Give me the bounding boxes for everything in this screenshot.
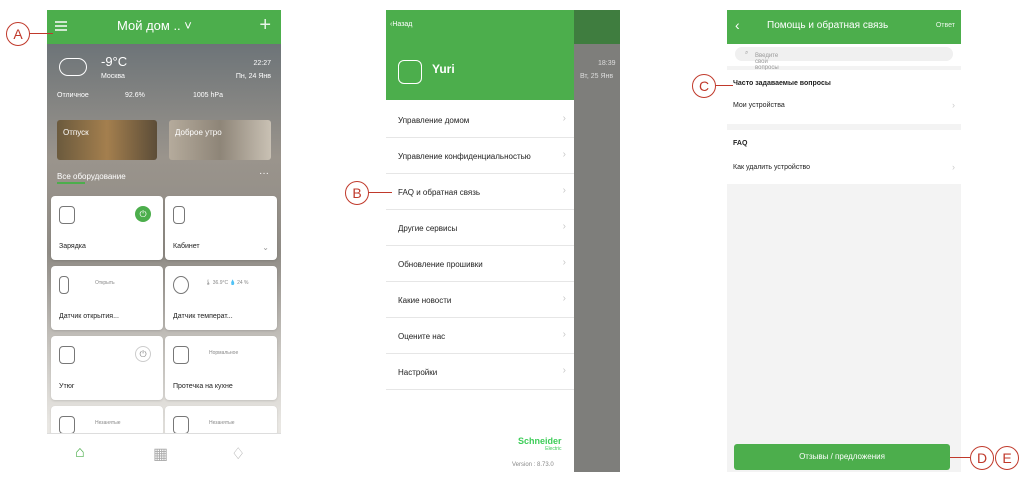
chevron-right-icon: ›	[562, 329, 566, 340]
chevron-right-icon: ›	[562, 293, 566, 304]
more-icon[interactable]: ···	[259, 168, 269, 179]
callout-e: E	[995, 446, 1019, 470]
humidity: 92.6%	[125, 92, 145, 99]
chevron-right-icon: ›	[562, 185, 566, 196]
add-icon[interactable]: +	[259, 14, 271, 37]
chevron-right-icon: ›	[562, 149, 566, 160]
reply-link[interactable]: Ответ	[936, 22, 955, 29]
device-card[interactable]: Нормальное Протечка на кухне	[165, 336, 277, 400]
callout-b: B	[345, 181, 369, 205]
menu-item-whats-new[interactable]: Какие новости ›	[386, 282, 574, 318]
time: 22:27	[253, 60, 271, 67]
search-placeholder: ⌕ Введите свои вопросы	[745, 50, 779, 71]
temperature: -9°C	[101, 54, 128, 69]
device-card[interactable]: ⏻ Утюг	[51, 336, 163, 400]
faq-section: Часто задаваемые вопросы Мои устройства …	[727, 70, 961, 124]
cloud-icon	[59, 58, 87, 76]
faq-section-title: Часто задаваемые вопросы	[733, 80, 831, 87]
callout-d: D	[970, 446, 994, 470]
home-header: Мой дом .. ˅ +	[47, 10, 281, 44]
chevron-down-icon[interactable]: ⌄	[262, 243, 269, 252]
motion-sensor-icon	[59, 416, 75, 434]
door-sensor-icon	[59, 276, 69, 294]
help-screen: ‹ Помощь и обратная связь Ответ ⌕ Введит…	[727, 10, 961, 472]
chevron-right-icon: ›	[562, 113, 566, 124]
leak-sensor-icon	[173, 346, 189, 364]
faq-item-my-devices[interactable]: Мои устройства	[733, 102, 785, 109]
callout-c-line	[715, 85, 733, 86]
callout-b-line	[368, 192, 392, 193]
back-icon[interactable]: ‹	[735, 17, 740, 33]
callout-a-line	[29, 33, 53, 34]
feedback-button[interactable]: Отзывы / предложения	[734, 444, 950, 470]
devices-tab-icon[interactable]: ▦	[153, 444, 168, 464]
menu-item-settings[interactable]: Настройки ›	[386, 354, 574, 390]
chevron-right-icon: ›	[562, 257, 566, 268]
help-header: ‹ Помощь и обратная связь Ответ	[727, 10, 961, 44]
callout-d-line	[950, 457, 970, 458]
faq2-section-title: FAQ	[733, 140, 748, 147]
device-card[interactable]: Незанятые	[51, 406, 163, 436]
menu-item-privacy[interactable]: Управление конфиденциальностью ›	[386, 138, 574, 174]
device-card[interactable]: Незанятые	[165, 406, 277, 436]
menu-item-home-management[interactable]: Управление домом ›	[386, 102, 574, 138]
chevron-right-icon: ›	[562, 365, 566, 376]
drawer-header: ‹Назад Yuri	[386, 10, 574, 100]
back-button[interactable]: ‹Назад	[390, 21, 412, 28]
faq-item-delete-device[interactable]: Как удалить устройство	[733, 164, 810, 171]
device-card[interactable]: ⏻ Зарядка	[51, 196, 163, 260]
app-version: Version : 8.73.0	[512, 462, 554, 468]
faq2-section: FAQ Как удалить устройство ›	[727, 130, 961, 184]
air-quality: Отличное	[57, 92, 89, 99]
home-screen: Мой дом .. ˅ + -9°C Москва 22:27 Пн, 24 …	[47, 10, 281, 472]
chevron-right-icon: ›	[562, 221, 566, 232]
socket-icon	[59, 206, 75, 224]
power-off-icon[interactable]: ⏻	[135, 346, 151, 362]
scene-good-morning[interactable]: Доброе утро	[169, 120, 271, 160]
chevron-right-icon: ›	[952, 162, 955, 172]
menu-item-faq[interactable]: FAQ и обратная связь ›	[386, 174, 574, 210]
device-card[interactable]: Открыть Датчик открытия...	[51, 266, 163, 330]
chevron-right-icon: ›	[952, 100, 955, 110]
schneider-logo: Schneider Electric	[518, 436, 562, 452]
device-card[interactable]: Кабинет ⌄	[165, 196, 277, 260]
menu-screen: 18:39 Вт, 25 Янв ‹Назад Yuri Управление …	[386, 10, 620, 472]
section-title: Все оборудование	[57, 172, 126, 181]
callout-a: A	[6, 22, 30, 46]
section-underline	[57, 182, 85, 184]
user-icon[interactable]	[398, 60, 422, 84]
motion-sensor-icon	[173, 416, 189, 434]
socket-icon	[59, 346, 75, 364]
home-tab-icon[interactable]: ⌂	[75, 444, 85, 462]
menu-icon[interactable]	[55, 21, 67, 31]
pressure: 1005 hPa	[193, 92, 223, 99]
dimmed-home-screen: 18:39 Вт, 25 Янв	[574, 10, 620, 472]
help-title: Помощь и обратная связь	[767, 20, 889, 31]
menu-item-firmware[interactable]: Обновление прошивки ›	[386, 246, 574, 282]
scene-vacation[interactable]: Отпуск	[57, 120, 157, 160]
callout-c: C	[692, 74, 716, 98]
menu-item-other-services[interactable]: Другие сервисы ›	[386, 210, 574, 246]
side-drawer: ‹Назад Yuri Управление домом › Управление…	[386, 10, 574, 472]
switch-icon	[173, 206, 185, 224]
search-input[interactable]: ⌕ Введите свои вопросы	[735, 47, 953, 71]
menu-item-rate-us[interactable]: Оцените нас ›	[386, 318, 574, 354]
device-card[interactable]: 🌡 36.9°C 💧 24 % Датчик температ...	[165, 266, 277, 330]
home-title[interactable]: Мой дом .. ˅	[117, 18, 227, 33]
thermometer-icon	[173, 276, 189, 294]
power-on-icon[interactable]: ⏻	[135, 206, 151, 222]
bottom-tab-bar: ⌂ ▦ ♢	[47, 433, 281, 472]
date: Пн, 24 Янв	[235, 73, 271, 80]
notifications-tab-icon[interactable]: ♢	[231, 444, 245, 464]
city: Москва	[101, 73, 125, 80]
user-name[interactable]: Yuri	[432, 62, 455, 76]
